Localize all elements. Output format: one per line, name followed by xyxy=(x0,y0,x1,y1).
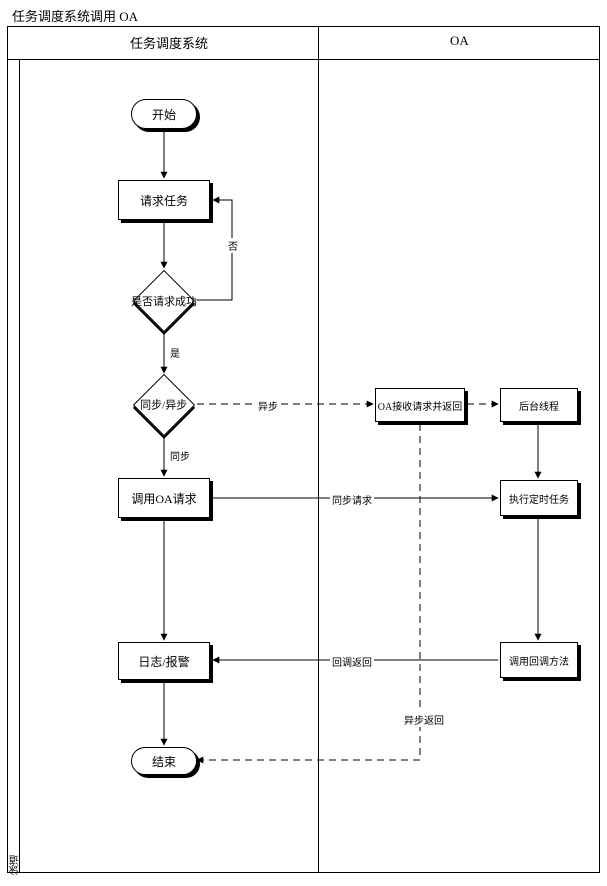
node-call-oa: 调用OA请求 xyxy=(118,478,210,518)
node-bg-thread-label: 后台线程 xyxy=(519,398,559,413)
edge-label-no: 否 xyxy=(226,238,240,253)
node-exec-timer: 执行定时任务 xyxy=(500,480,578,516)
node-bg-thread: 后台线程 xyxy=(500,388,578,422)
left-inner-border xyxy=(19,60,20,873)
edge-label-cb-return: 回调返回 xyxy=(330,654,374,669)
edge-label-sync: 同步 xyxy=(168,448,192,463)
node-req-task: 请求任务 xyxy=(118,180,210,220)
node-call-oa-label: 调用OA请求 xyxy=(131,490,196,507)
node-start: 开始 xyxy=(131,99,197,129)
node-log-alarm-label: 日志/报警 xyxy=(138,653,189,670)
edge-label-sync-req: 同步请求 xyxy=(330,492,374,507)
node-call-cb-label: 调用回调方法 xyxy=(509,653,569,668)
edge-label-async-return: 异步返回 xyxy=(402,712,446,727)
node-end-label: 结束 xyxy=(152,753,176,770)
node-start-label: 开始 xyxy=(152,106,176,123)
node-dec-mode-label: 同步/异步 xyxy=(140,397,187,413)
edge-label-async: 异步 xyxy=(256,398,280,413)
node-oa-recv: OA接收请求并返回 xyxy=(375,388,465,422)
node-log-alarm: 日志/报警 xyxy=(118,642,210,680)
node-req-task-label: 请求任务 xyxy=(140,192,188,209)
side-label: 泳道 xyxy=(8,855,23,875)
node-end: 结束 xyxy=(131,747,197,775)
lane1-title: 任务调度系统 xyxy=(130,33,208,52)
lane-divider xyxy=(318,26,319,873)
edge-label-yes: 是 xyxy=(168,345,182,360)
lane-body xyxy=(7,60,600,873)
node-oa-recv-label: OA接收请求并返回 xyxy=(378,398,462,413)
diagram-frame: 任务调度系统调用 OA 任务调度系统 OA 泳道 xyxy=(0,0,607,886)
lane-header-bar xyxy=(7,26,600,60)
node-dec-success-label: 是否请求成功 xyxy=(131,293,197,309)
node-call-cb: 调用回调方法 xyxy=(500,642,578,678)
lane2-title: OA xyxy=(450,33,469,49)
diagram-title: 任务调度系统调用 OA xyxy=(12,6,138,25)
node-exec-timer-label: 执行定时任务 xyxy=(509,491,569,506)
